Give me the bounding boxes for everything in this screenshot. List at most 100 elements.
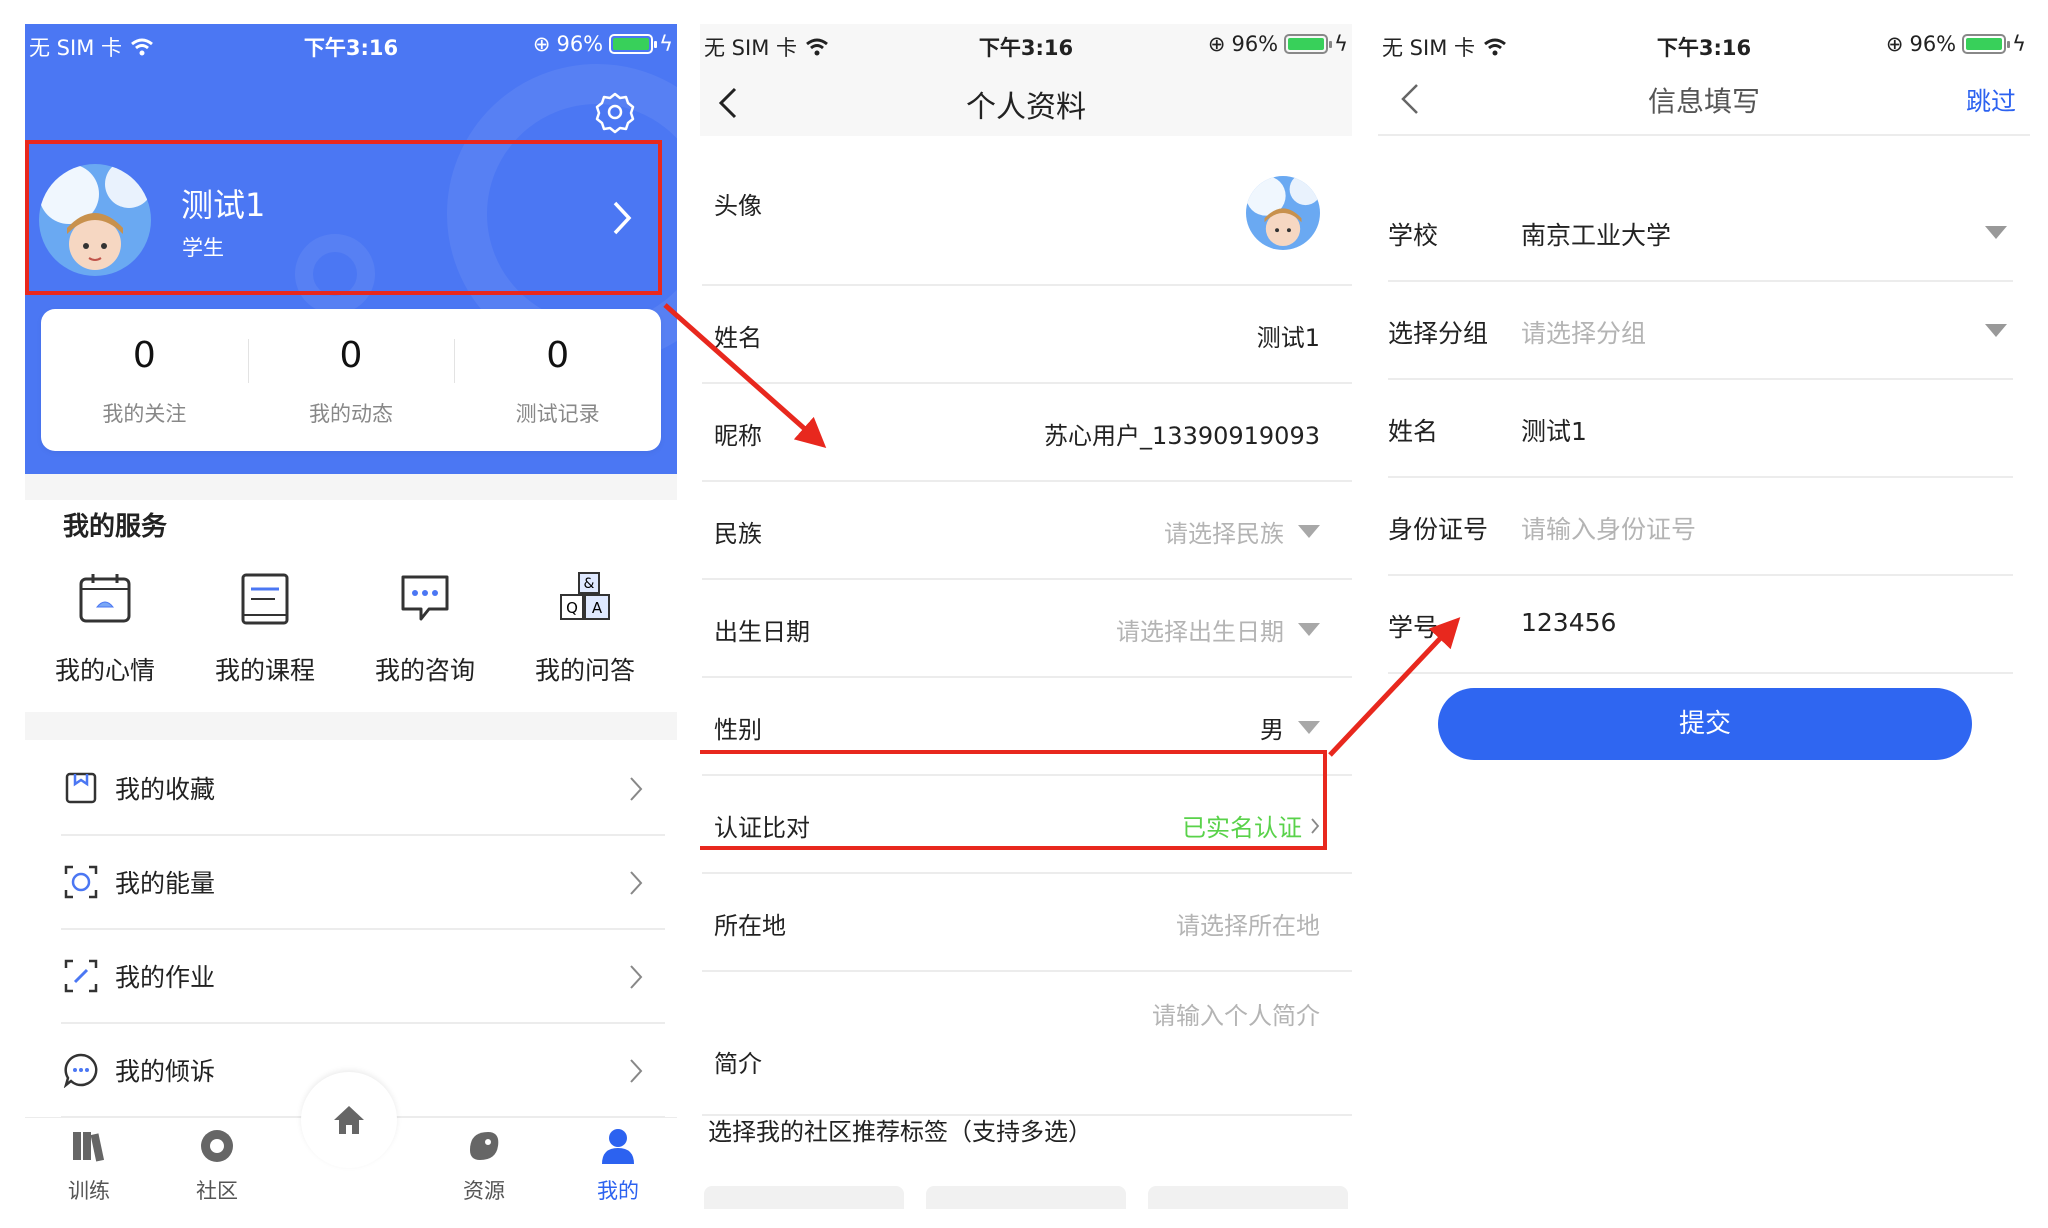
- community-circle-icon: [201, 1130, 233, 1162]
- stat-value: 0: [339, 335, 363, 376]
- chevron-right-icon: [613, 201, 632, 235]
- orientation-lock-icon: ⊕: [1885, 32, 1904, 56]
- profile-role: 学生: [182, 236, 224, 260]
- service-label: 我的课程: [214, 656, 315, 685]
- info-form-screen: 无 SIM 卡 下午3:16 ⊕ 96% ϟ 信息填写 跳过 学校 南京工业大学…: [1378, 24, 2030, 1209]
- field-name[interactable]: 姓名 测试1: [1388, 380, 2013, 478]
- tab-resources[interactable]: 资源: [444, 1126, 524, 1205]
- orientation-lock-icon: ⊕: [532, 32, 551, 56]
- battery-percent: 96%: [1231, 32, 1279, 56]
- row-bio[interactable]: 简介 请输入个人简介: [702, 972, 1352, 1116]
- settings-gear-icon[interactable]: [593, 90, 637, 134]
- row-name[interactable]: 姓名 测试1: [702, 286, 1352, 384]
- field-placeholder: 请选择分组: [1521, 319, 1647, 348]
- tag-chip[interactable]: [1148, 1186, 1348, 1209]
- submit-button[interactable]: 提交: [1438, 688, 1972, 760]
- charging-icon: ϟ: [2012, 32, 2026, 56]
- page-title: 个人资料: [966, 90, 1086, 125]
- field-placeholder: 请输入身份证号: [1521, 515, 1697, 544]
- dropdown-triangle-icon: [1298, 623, 1320, 636]
- service-courses[interactable]: 我的课程: [185, 569, 345, 687]
- field-label: 简介: [714, 1050, 762, 1078]
- home-icon: [334, 1106, 364, 1134]
- field-value: 男: [1260, 716, 1284, 744]
- row-birthdate[interactable]: 出生日期 请选择出生日期: [702, 580, 1352, 678]
- field-label: 昵称: [714, 422, 762, 450]
- field-label: 姓名: [714, 324, 762, 352]
- field-school[interactable]: 学校 南京工业大学: [1388, 184, 2013, 282]
- profile-fields: 头像 姓名 测试1 昵称 苏心用户_13390919093 民族 请选择民族 出…: [700, 136, 1352, 1116]
- row-nickname[interactable]: 昵称 苏心用户_13390919093: [702, 384, 1352, 482]
- tab-training[interactable]: 训练: [49, 1126, 129, 1205]
- field-student-number[interactable]: 学号 123456: [1388, 576, 2013, 674]
- menu-homework[interactable]: 我的作业: [61, 930, 665, 1024]
- stat-value: 0: [546, 335, 570, 376]
- home-button[interactable]: [301, 1072, 397, 1168]
- profile-card[interactable]: 测试1 学生: [25, 140, 662, 295]
- menu-label: 我的收藏: [115, 775, 216, 804]
- battery-icon: [1284, 34, 1333, 54]
- qa-blocks-icon: &Q A: [560, 572, 610, 620]
- energy-scan-icon: [64, 865, 98, 899]
- stat-label: 测试记录: [515, 402, 600, 426]
- field-placeholder: 请选择出生日期: [1116, 618, 1284, 646]
- row-ethnicity[interactable]: 民族 请选择民族: [702, 482, 1352, 580]
- menu-energy[interactable]: 我的能量: [61, 836, 665, 930]
- page-title: 信息填写: [1647, 85, 1760, 118]
- edit-scan-icon: [64, 959, 98, 993]
- service-consult[interactable]: 我的咨询: [345, 569, 505, 687]
- avatar: [1246, 176, 1320, 250]
- bookmark-icon: [65, 772, 97, 804]
- calendar-mood-icon: [79, 574, 131, 623]
- book-icon: [241, 573, 289, 625]
- field-value: 南京工业大学: [1521, 221, 1672, 250]
- dropdown-triangle-icon: [1985, 226, 2007, 239]
- field-label: 头像: [714, 192, 762, 220]
- stat-posts[interactable]: 0 我的动态: [247, 309, 455, 451]
- field-value: 123456: [1521, 608, 1617, 637]
- field-value: 测试1: [1521, 417, 1587, 446]
- tab-community[interactable]: 社区: [177, 1126, 257, 1205]
- svg-text:A: A: [592, 599, 603, 617]
- service-label: 我的咨询: [374, 656, 475, 685]
- chevron-right-icon: [630, 1059, 643, 1083]
- stat-tests[interactable]: 0 测试记录: [454, 309, 661, 451]
- charging-icon: ϟ: [1334, 32, 1348, 56]
- menu-label: 我的倾诉: [115, 1057, 216, 1086]
- dropdown-triangle-icon: [1298, 525, 1320, 538]
- field-label: 民族: [714, 520, 762, 548]
- tab-mine[interactable]: 我的: [578, 1126, 658, 1205]
- chevron-right-icon: [630, 965, 643, 989]
- field-label: 姓名: [1388, 417, 1439, 446]
- status-bar: 无 SIM 卡 下午3:16 ⊕ 96% ϟ: [1378, 24, 2030, 66]
- field-value: 苏心用户_13390919093: [1044, 422, 1320, 450]
- stats-card: 0 我的关注 0 我的动态 0 测试记录: [41, 309, 661, 451]
- status-bar: 无 SIM 卡 下午3:16 ⊕ 96% ϟ: [700, 24, 1352, 66]
- row-avatar[interactable]: 头像: [702, 136, 1352, 286]
- nav-bar: 无 SIM 卡 下午3:16 ⊕ 96% ϟ 信息填写 跳过: [1378, 24, 2030, 136]
- nav-bar: 无 SIM 卡 下午3:16 ⊕ 96% ϟ 个人资料: [700, 24, 1352, 136]
- stat-follow[interactable]: 0 我的关注: [41, 309, 248, 451]
- tag-chip[interactable]: [704, 1186, 904, 1209]
- field-group[interactable]: 选择分组 请选择分组: [1388, 282, 2013, 380]
- skip-button[interactable]: 跳过: [1966, 82, 2016, 118]
- books-icon: [73, 1132, 105, 1162]
- service-qa[interactable]: & Q A 我的问答: [505, 569, 665, 687]
- row-location[interactable]: 所在地 请选择所在地: [702, 874, 1352, 972]
- service-mood[interactable]: 我的心情: [25, 569, 185, 687]
- tag-chip[interactable]: [926, 1186, 1126, 1209]
- field-id-number[interactable]: 身份证号 请输入身份证号: [1388, 478, 2013, 576]
- user-icon: [602, 1129, 634, 1164]
- my-menu-list: 我的收藏 我的能量 我的作业 我的倾诉: [61, 742, 665, 1118]
- field-placeholder: 请输入个人简介: [1152, 1002, 1320, 1030]
- field-value: 测试1: [1256, 324, 1320, 352]
- svg-text:Q: Q: [566, 599, 578, 617]
- tab-label: 训练: [68, 1179, 110, 1203]
- highlight-box: [700, 750, 1327, 850]
- field-label: 学号: [1388, 613, 1439, 642]
- field-placeholder: 请选择所在地: [1176, 912, 1320, 940]
- battery-percent: 96%: [1909, 32, 1957, 56]
- menu-favorites[interactable]: 我的收藏: [61, 742, 665, 836]
- status-bar: 无 SIM 卡 下午3:16 ⊕ 96% ϟ: [25, 24, 677, 66]
- service-label: 我的心情: [54, 656, 155, 685]
